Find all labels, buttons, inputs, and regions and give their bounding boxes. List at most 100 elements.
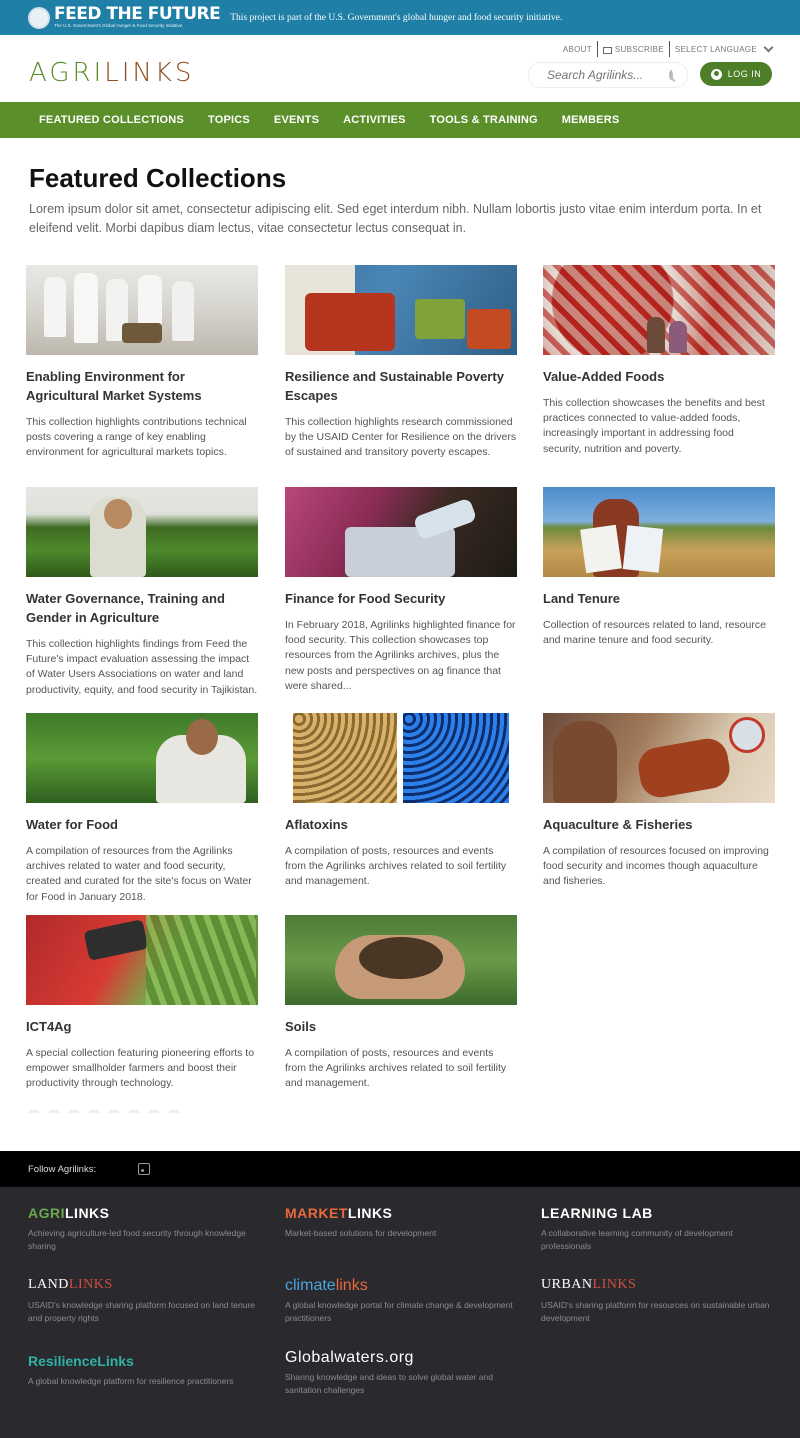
site-logo: LEARNING LAB bbox=[541, 1205, 781, 1223]
site-logo: MARKETLINKS bbox=[285, 1205, 525, 1223]
nav-featured-collections[interactable]: FEATURED COLLECTIONS bbox=[39, 114, 184, 126]
footer-site-marketlinks[interactable]: MARKETLINKS Market-based solutions for d… bbox=[285, 1205, 525, 1240]
collection-card[interactable]: Aquaculture & Fisheries A compilation of… bbox=[543, 713, 775, 890]
site-logo-part: climate bbox=[285, 1277, 336, 1294]
collection-description: This collection highlights research comm… bbox=[285, 416, 517, 459]
collection-image[interactable] bbox=[26, 265, 258, 355]
collection-image[interactable] bbox=[285, 915, 517, 1005]
site-logo-part: links bbox=[335, 1277, 368, 1294]
site-logo-part: LAND bbox=[28, 1277, 69, 1292]
collection-title[interactable]: Water for Food bbox=[26, 815, 258, 834]
chevron-down-icon[interactable] bbox=[763, 42, 774, 52]
collection-image[interactable] bbox=[26, 487, 258, 577]
collection-description: Collection of resources related to land,… bbox=[543, 619, 766, 647]
page-title: Featured Collections bbox=[29, 163, 287, 193]
divider bbox=[596, 41, 598, 57]
collection-card[interactable]: Water for Food A compilation of resource… bbox=[26, 713, 258, 905]
footer-site-landlinks[interactable]: LANDLINKS USAID's knowledge sharing plat… bbox=[28, 1277, 268, 1325]
agrilinks-logo[interactable]: AGRILINKS bbox=[29, 58, 194, 88]
feed-the-future-logo[interactable]: FEED THE FUTURE The U.S. Government's Gl… bbox=[54, 6, 221, 29]
footer-site-resiliencelinks[interactable]: ResilienceLinks A global knowledge platf… bbox=[28, 1353, 268, 1388]
site-logo-part: LINKS bbox=[65, 1205, 110, 1221]
collection-card[interactable]: Water Governance, Training and Gender in… bbox=[26, 487, 258, 698]
site-logo-part: URBAN bbox=[541, 1277, 593, 1292]
collection-card[interactable]: ICT4Ag A special collection featuring pi… bbox=[26, 915, 258, 1092]
rss-icon[interactable] bbox=[138, 1163, 151, 1175]
main-nav: FEATURED COLLECTIONS TOPICS EVENTS ACTIV… bbox=[0, 102, 800, 138]
site-logo-part: Links bbox=[97, 1353, 134, 1369]
collection-card[interactable]: Finance for Food Security In February 20… bbox=[285, 487, 517, 694]
collection-title[interactable]: Enabling Environment for Agricultural Ma… bbox=[26, 367, 258, 405]
collection-description: This collection showcases the benefits a… bbox=[543, 397, 765, 455]
login-label: LOG IN bbox=[727, 69, 762, 79]
site-description: Achieving agriculture-led food security … bbox=[28, 1228, 246, 1251]
logo-part-agri: AGRI bbox=[29, 58, 105, 88]
subscribe-link[interactable]: SUBSCRIBE bbox=[615, 45, 664, 54]
nav-events[interactable]: EVENTS bbox=[274, 114, 319, 126]
footer-site-learning-lab[interactable]: LEARNING LAB A collaborative learning co… bbox=[541, 1205, 781, 1253]
search-input[interactable] bbox=[547, 68, 665, 82]
envelope-icon bbox=[602, 46, 612, 54]
collection-card[interactable]: Value-Added Foods This collection showca… bbox=[543, 265, 775, 457]
nav-tools-training[interactable]: TOOLS & TRAINING bbox=[430, 114, 538, 126]
footer-site-agrilinks[interactable]: AGRILINKS Achieving agriculture-led food… bbox=[28, 1205, 268, 1253]
collection-card[interactable]: Resilience and Sustainable Poverty Escap… bbox=[285, 265, 517, 461]
search-icon[interactable] bbox=[669, 70, 673, 80]
site-logo-part: LINKS bbox=[347, 1205, 393, 1221]
collection-image[interactable] bbox=[543, 265, 775, 355]
collection-image[interactable] bbox=[543, 487, 775, 577]
collection-description: A compilation of posts, resources and ev… bbox=[285, 845, 507, 888]
collection-title[interactable]: Finance for Food Security bbox=[285, 589, 517, 608]
nav-topics[interactable]: TOPICS bbox=[208, 114, 250, 126]
collection-description: A compilation of resources focused on im… bbox=[543, 845, 769, 888]
login-button[interactable]: LOG IN bbox=[700, 62, 772, 86]
collection-description: This collection highlights findings from… bbox=[26, 638, 258, 696]
collection-title[interactable]: Aflatoxins bbox=[285, 815, 517, 834]
site-logo: Globalwaters.org bbox=[285, 1349, 525, 1367]
loading-indicator bbox=[29, 1110, 179, 1113]
site-logo-part: LINKS bbox=[68, 1277, 113, 1292]
collection-image[interactable] bbox=[285, 265, 517, 355]
divider bbox=[668, 41, 670, 57]
site-description: A global knowledge platform for resilien… bbox=[28, 1376, 234, 1386]
collection-card[interactable]: Land Tenure Collection of resources rela… bbox=[543, 487, 775, 648]
collection-title[interactable]: Aquaculture & Fisheries bbox=[543, 815, 775, 834]
footer-site-urbanlinks[interactable]: URBANLINKS USAID's sharing platform for … bbox=[541, 1277, 781, 1325]
collection-title[interactable]: Value-Added Foods bbox=[543, 367, 775, 386]
footer-site-globalwaters[interactable]: Globalwaters.org Sharing knowledge and i… bbox=[285, 1349, 525, 1397]
ftf-description: This project is part of the U.S. Governm… bbox=[230, 12, 563, 23]
collection-description: A compilation of posts, resources and ev… bbox=[285, 1047, 507, 1090]
collection-description: In February 2018, Agrilinks highlighted … bbox=[285, 619, 516, 692]
site-description: Sharing knowledge and ideas to solve glo… bbox=[285, 1372, 493, 1395]
collection-description: A compilation of resources from the Agri… bbox=[26, 845, 252, 903]
collection-image[interactable] bbox=[26, 915, 258, 1005]
site-logo-part: .org bbox=[384, 1349, 414, 1366]
site-logo-part: LEARNING bbox=[541, 1205, 619, 1221]
ftf-logo-tagline: The U.S. Government's Global Hunger & Fo… bbox=[54, 23, 183, 28]
site-description: USAID's sharing platform for resources o… bbox=[541, 1300, 770, 1323]
intro-text: Lorem ipsum dolor sit amet, consectetur … bbox=[29, 202, 762, 235]
nav-activities[interactable]: ACTIVITIES bbox=[343, 114, 406, 126]
collection-title[interactable]: ICT4Ag bbox=[26, 1017, 258, 1036]
collection-title[interactable]: Soils bbox=[285, 1017, 517, 1036]
collection-image[interactable] bbox=[285, 487, 517, 577]
collection-description: This collection highlights contributions… bbox=[26, 416, 247, 459]
collection-title[interactable]: Water Governance, Training and Gender in… bbox=[26, 589, 258, 627]
follow-label: Follow Agrilinks: bbox=[28, 1163, 97, 1175]
collection-title[interactable]: Resilience and Sustainable Poverty Escap… bbox=[285, 367, 517, 405]
follow-bar: Follow Agrilinks: bbox=[0, 1151, 800, 1187]
site-logo: climatelinks bbox=[285, 1277, 525, 1295]
nav-members[interactable]: MEMBERS bbox=[562, 114, 620, 126]
collection-card[interactable]: Soils A compilation of posts, resources … bbox=[285, 915, 517, 1092]
collection-image[interactable] bbox=[543, 713, 775, 803]
collection-image[interactable] bbox=[26, 713, 258, 803]
collection-title[interactable]: Land Tenure bbox=[543, 589, 775, 608]
about-link[interactable]: ABOUT bbox=[563, 45, 592, 54]
collection-image[interactable] bbox=[285, 713, 517, 803]
collection-description: A special collection featuring pioneerin… bbox=[26, 1047, 255, 1090]
collection-card[interactable]: Aflatoxins A compilation of posts, resou… bbox=[285, 713, 517, 890]
collection-card[interactable]: Enabling Environment for Agricultural Ma… bbox=[26, 265, 258, 461]
select-language-dropdown[interactable]: SELECT LANGUAGE bbox=[675, 45, 757, 54]
user-icon bbox=[710, 68, 722, 80]
footer-site-climatelinks[interactable]: climatelinks A global knowledge portal f… bbox=[285, 1277, 525, 1325]
